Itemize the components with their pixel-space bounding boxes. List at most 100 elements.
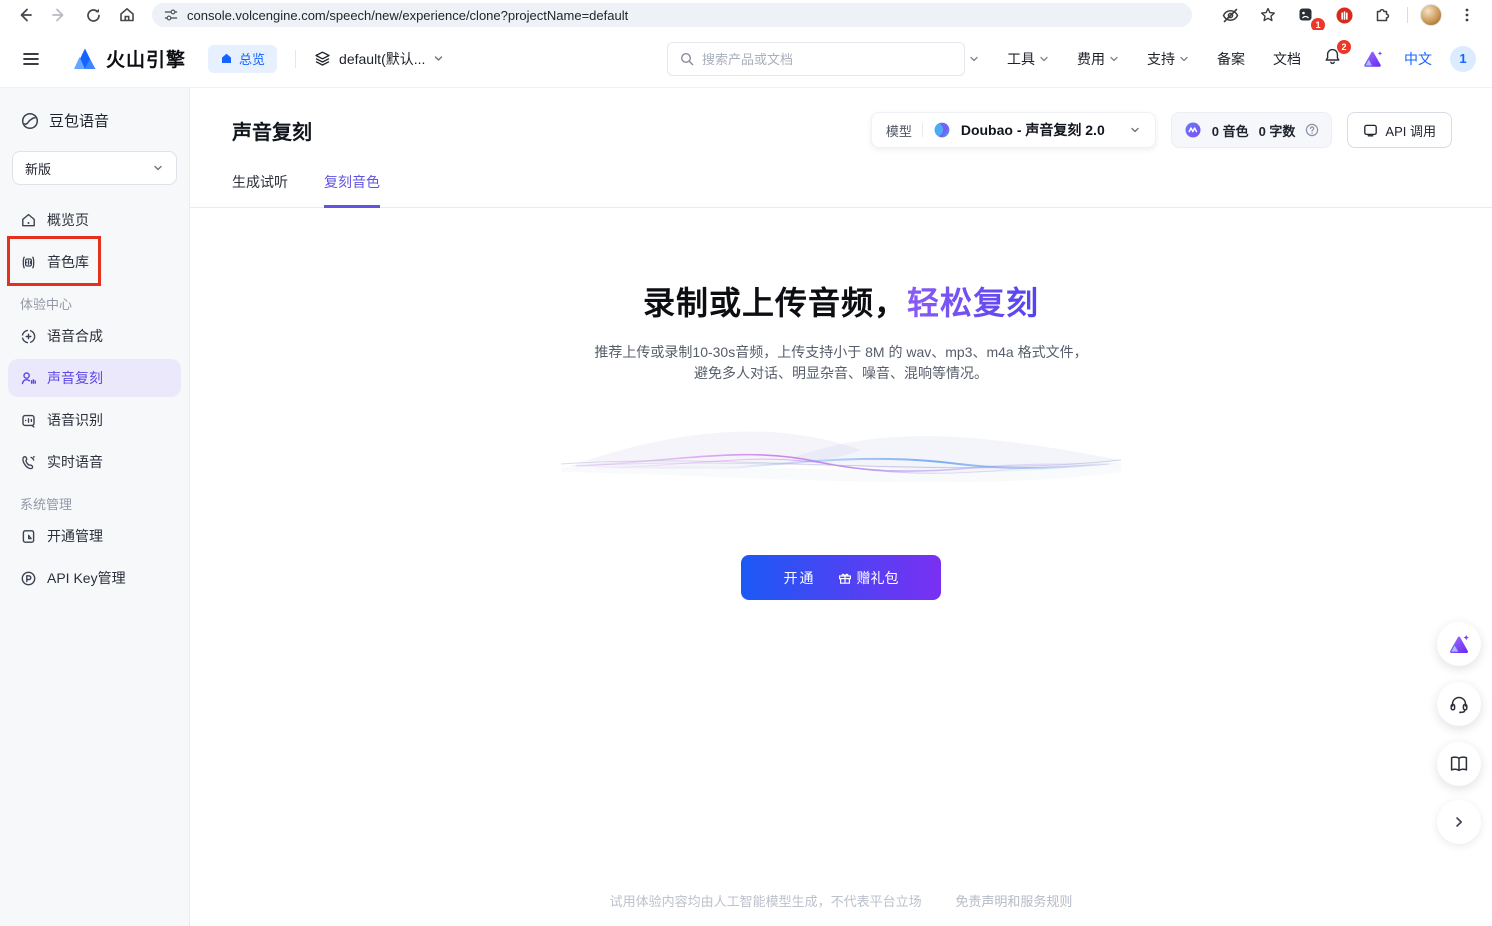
forward-icon[interactable] — [46, 2, 72, 28]
menu-filing[interactable]: 备案 — [1203, 49, 1259, 69]
speech-synthesis-icon — [20, 328, 37, 345]
hero-title-main: 录制或上传音频， — [643, 285, 907, 321]
main-header: 声音复刻 模型 Doubao - 声音复刻 2.0 0 音色 0 字数 — [190, 88, 1492, 148]
ai-assistant-mountain-icon — [1447, 633, 1471, 655]
browser-profile-avatar[interactable] — [1420, 4, 1442, 26]
bookmark-star-icon[interactable] — [1255, 2, 1281, 28]
sidebar-item-label: 语音识别 — [47, 410, 103, 430]
quota-voices: 0 音色 — [1212, 121, 1249, 140]
home-icon — [20, 212, 37, 229]
waveform-illustration — [561, 412, 1121, 516]
address-bar[interactable]: console.volcengine.com/speech/new/experi… — [152, 3, 1192, 27]
gift-icon — [838, 571, 852, 585]
chevron-down-icon — [1179, 54, 1189, 64]
sidebar-item-speech-recognition[interactable]: 语音识别 — [8, 401, 181, 439]
chevron-down-icon — [1109, 54, 1119, 64]
sidebar-item-label: 开通管理 — [47, 526, 103, 546]
overview-label: 总览 — [239, 49, 265, 68]
home-icon[interactable] — [114, 2, 140, 28]
menu-billing[interactable]: 费用 — [1063, 49, 1133, 69]
language-switch[interactable]: 中文 — [1404, 49, 1432, 69]
menu-label: 工具 — [1007, 49, 1035, 69]
notifications-button[interactable]: 2 — [1323, 47, 1342, 71]
search-box[interactable] — [667, 42, 965, 76]
doubao-voice-product-icon — [20, 111, 40, 131]
console-topnav: 火山引擎 总览 default(默认... 企业 工具 费 — [0, 30, 1492, 88]
browser-actions: 1 — [1217, 2, 1480, 28]
hero-description-line1: 推荐上传或录制10-30s音频，上传支持小于 8M 的 wav、mp3、m4a … — [190, 342, 1492, 363]
tab-clone-voice[interactable]: 复刻音色 — [324, 172, 380, 208]
page-title: 声音复刻 — [232, 116, 312, 145]
sidebar-item-label: 概览页 — [47, 210, 89, 230]
notification-badge: 2 — [1337, 40, 1351, 54]
version-selector[interactable]: 新版 — [12, 151, 177, 185]
activation-management-icon — [20, 528, 37, 545]
site-controls-icon[interactable] — [164, 8, 178, 22]
extension-with-badge-icon[interactable]: 1 — [1293, 2, 1319, 28]
api-call-button[interactable]: API 调用 — [1347, 112, 1452, 148]
activate-gift-button[interactable]: 开通 赠礼包 — [741, 555, 941, 600]
model-label: 模型 — [886, 121, 912, 140]
overview-button[interactable]: 总览 — [208, 45, 277, 73]
menu-tools[interactable]: 工具 — [993, 49, 1063, 69]
extensions-puzzle-icon[interactable] — [1369, 2, 1395, 28]
cta-gift-label: 赠礼包 — [857, 568, 899, 588]
sidebar-item-voice-library[interactable]: 音色库 — [8, 243, 181, 281]
app-body: 豆包语音 新版 概览页 音色库 体验中心 语音合 — [0, 88, 1492, 926]
reload-icon[interactable] — [80, 2, 106, 28]
project-selector[interactable]: default(默认... — [314, 49, 444, 69]
ai-assistant-icon[interactable] — [1362, 49, 1384, 69]
overview-home-icon — [220, 52, 233, 65]
doubao-model-icon — [933, 121, 951, 139]
volcengine-mountain-icon — [72, 47, 99, 71]
sidebar-product-header[interactable]: 豆包语音 — [0, 102, 189, 135]
hero-section: 录制或上传音频，轻松复刻 推荐上传或录制10-30s音频，上传支持小于 8M 的… — [190, 278, 1492, 600]
fab-ai-assistant[interactable] — [1437, 622, 1481, 666]
sidebar-item-label: 声音复刻 — [47, 368, 103, 388]
voice-clone-icon — [20, 370, 37, 387]
sidebar-nav: 概览页 音色库 体验中心 语音合成 声音复刻 — [0, 193, 189, 597]
fab-documentation[interactable] — [1437, 742, 1481, 786]
divider — [295, 50, 296, 68]
search-input[interactable] — [702, 52, 952, 67]
hero-title-highlight: 轻松复刻 — [907, 285, 1039, 321]
header-controls: 模型 Doubao - 声音复刻 2.0 0 音色 0 字数 — [871, 112, 1452, 148]
chevron-down-icon — [969, 54, 979, 64]
url-text[interactable]: console.volcengine.com/speech/new/experi… — [187, 8, 628, 23]
back-icon[interactable] — [12, 2, 38, 28]
chevron-down-icon — [1129, 124, 1141, 136]
tab-bar: 生成试听 复刻音色 — [190, 172, 1492, 208]
tab-generate-preview[interactable]: 生成试听 — [232, 172, 288, 208]
footer-terms-link[interactable]: 免责声明和服务规则 — [955, 894, 1072, 909]
realtime-voice-icon — [20, 454, 37, 471]
chevron-down-icon — [1039, 54, 1049, 64]
sidebar-item-activation-management[interactable]: 开通管理 — [8, 517, 181, 555]
sidebar-item-realtime-voice[interactable]: 实时语音 — [8, 443, 181, 481]
menu-kebab-icon[interactable] — [1454, 2, 1480, 28]
hamburger-menu-icon[interactable] — [16, 44, 46, 74]
sidebar-section-experience: 体验中心 — [20, 293, 181, 313]
adblock-icon[interactable] — [1331, 2, 1357, 28]
help-icon[interactable] — [1305, 123, 1319, 137]
quota-pill: 0 音色 0 字数 — [1171, 112, 1333, 148]
sidebar-item-overview[interactable]: 概览页 — [8, 201, 181, 239]
topnav-right: 企业 工具 费用 支持 备案 文档 2 — [923, 46, 1476, 72]
cta-activate-label: 开通 — [784, 568, 816, 588]
volcengine-logo[interactable]: 火山引擎 — [72, 45, 186, 72]
sidebar-item-api-key-management[interactable]: API Key管理 — [8, 559, 181, 597]
menu-label: 费用 — [1077, 49, 1105, 69]
sidebar-item-speech-synthesis[interactable]: 语音合成 — [8, 317, 181, 355]
menu-support[interactable]: 支持 — [1133, 49, 1203, 69]
fab-collapse[interactable] — [1437, 800, 1481, 844]
fab-customer-service[interactable] — [1437, 682, 1481, 726]
api-call-label: API 调用 — [1385, 121, 1436, 140]
model-selector[interactable]: 模型 Doubao - 声音复刻 2.0 — [871, 112, 1156, 148]
privacy-eye-off-icon[interactable] — [1217, 2, 1243, 28]
api-icon — [1363, 123, 1378, 138]
divider — [922, 123, 923, 137]
sidebar-item-voice-clone[interactable]: 声音复刻 — [8, 359, 181, 397]
logo-text: 火山引擎 — [106, 45, 186, 72]
account-avatar[interactable]: 1 — [1450, 46, 1476, 72]
menu-docs[interactable]: 文档 — [1259, 49, 1315, 69]
chevron-down-icon — [152, 162, 164, 174]
